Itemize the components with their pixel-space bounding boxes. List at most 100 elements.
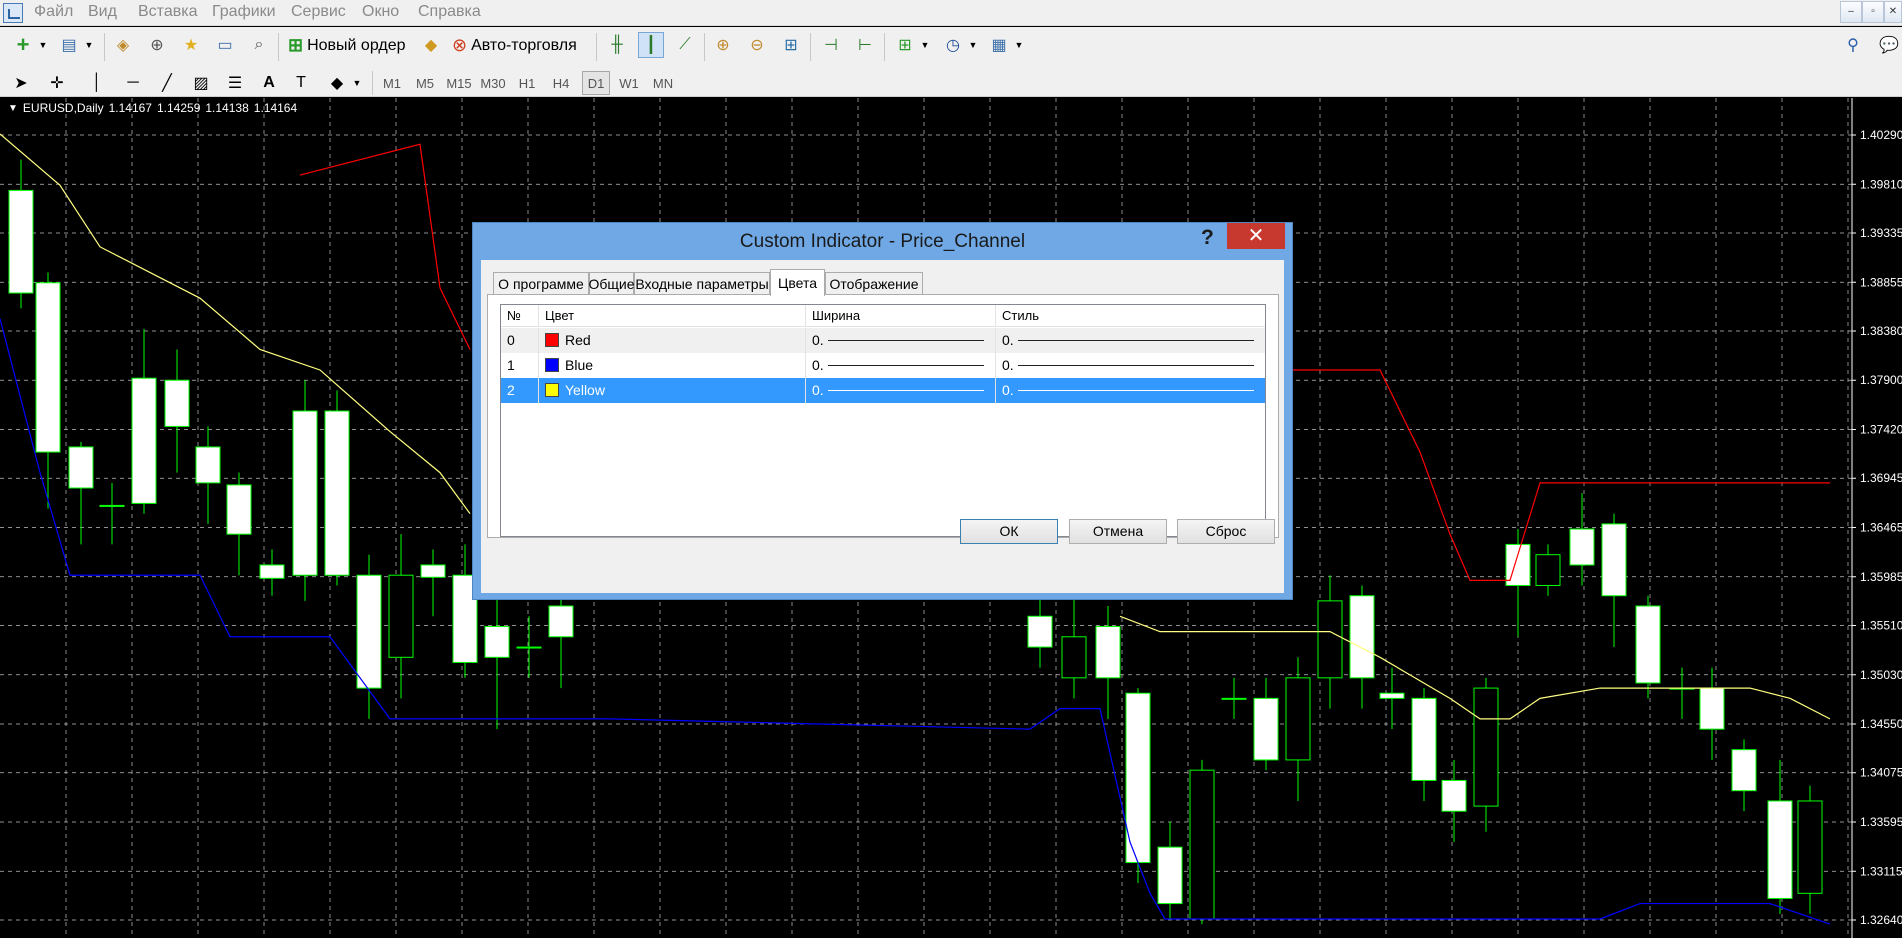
timeframe-mn[interactable]: MN (648, 71, 678, 95)
chevron-down-icon[interactable]: ▼ (344, 70, 370, 96)
color-cell[interactable]: Blue (539, 353, 806, 378)
column-header-color[interactable]: Цвет (539, 305, 806, 327)
candle-body (1535, 554, 1561, 586)
column-header-width[interactable]: Ширина (806, 305, 996, 327)
menu-view[interactable]: Вид (88, 3, 117, 21)
menu-tools[interactable]: Сервис (291, 3, 346, 21)
tab-visualization[interactable]: Отображение (825, 272, 923, 294)
collapse-triangle-icon[interactable]: ▼ (8, 103, 18, 114)
color-name: Red (565, 332, 591, 348)
menu-file[interactable]: Файл (34, 3, 73, 21)
help-icon[interactable]: ? (1201, 226, 1214, 250)
menu-help[interactable]: Справка (418, 3, 481, 21)
color-swatch-yellow (545, 383, 559, 397)
new-order-button[interactable]: ⊞ Новый ордер (288, 35, 406, 56)
table-row[interactable]: 0 Red 0. 0. (501, 328, 1265, 353)
price-label: 1.35510 (1860, 618, 1902, 632)
timeframe-m1[interactable]: M1 (378, 71, 406, 95)
table-row[interactable]: 1 Blue 0. 0. (501, 353, 1265, 378)
width-cell[interactable]: 0. (806, 378, 996, 403)
chevron-down-icon[interactable]: ▼ (76, 32, 102, 58)
color-cell[interactable]: Yellow (539, 378, 806, 403)
search-icon[interactable]: ⚲ (1840, 32, 1866, 58)
chevron-down-icon[interactable]: ▼ (30, 32, 56, 58)
column-header-number[interactable]: № (501, 305, 539, 327)
candle-body (35, 282, 61, 453)
close-window-icon[interactable]: ✕ (1884, 1, 1902, 23)
metaeditor-icon[interactable]: ◆ (418, 32, 444, 58)
timeframe-d1[interactable]: D1 (582, 71, 610, 95)
width-cell[interactable]: 0. (806, 353, 996, 378)
text-icon[interactable]: A (256, 70, 282, 96)
style-cell[interactable]: 0. (996, 378, 1265, 403)
vertical-line-icon[interactable]: │ (84, 70, 110, 96)
menu-insert[interactable]: Вставка (138, 3, 197, 21)
zoom-in-icon[interactable]: ⊕ (710, 32, 736, 58)
favorites-star-icon[interactable]: ★ (178, 32, 204, 58)
market-watch-icon[interactable]: ◈ (110, 32, 136, 58)
cancel-button[interactable]: Отмена (1069, 519, 1167, 544)
timeframe-h1[interactable]: H1 (512, 71, 542, 95)
autotrading-button[interactable]: ⊗ Авто-торговля (452, 35, 577, 56)
width-cell[interactable]: 0. (806, 328, 996, 353)
autoscroll-icon[interactable]: ⊢ (852, 32, 878, 58)
style-cell[interactable]: 0. (996, 353, 1265, 378)
row-number: 2 (501, 378, 539, 403)
chevron-down-icon[interactable]: ▼ (1006, 32, 1032, 58)
custom-indicator-dialog: Custom Indicator - Price_Channel ? ✕ О п… (472, 222, 1293, 600)
tab-inputs[interactable]: Входные параметры (634, 272, 770, 294)
column-header-style[interactable]: Стиль (996, 305, 1265, 327)
app-icon[interactable] (3, 3, 23, 23)
channel-upper-red (1290, 369, 1830, 581)
menu-window[interactable]: Окно (362, 3, 399, 21)
ok-button[interactable]: ОК (960, 519, 1058, 544)
fibonacci-icon[interactable]: ☰ (222, 70, 248, 96)
candle-body (1061, 636, 1087, 679)
candle-body (1797, 800, 1823, 894)
cursor-icon[interactable]: ➤ (8, 70, 34, 96)
equidistant-channel-icon[interactable]: ▨ (188, 70, 214, 96)
candle-body (1505, 543, 1531, 586)
bar-chart-icon[interactable]: ╫ (604, 32, 630, 58)
chevron-down-icon[interactable]: ▼ (912, 32, 938, 58)
terminal-icon[interactable]: ▭ (212, 32, 238, 58)
table-row-selected[interactable]: 2 Yellow 0. 0. (501, 378, 1265, 403)
chat-icon[interactable]: 💬 (1876, 32, 1902, 58)
zoom-out-icon[interactable]: ⊖ (744, 32, 770, 58)
reset-button[interactable]: Сброс (1177, 519, 1275, 544)
horizontal-line-icon[interactable]: ─ (120, 70, 146, 96)
line-chart-icon[interactable]: ⟋ (672, 32, 698, 58)
price-label: 1.38380 (1860, 324, 1902, 338)
style-cell[interactable]: 0. (996, 328, 1265, 353)
chart-open: 1.14167 (108, 101, 152, 115)
tab-common[interactable]: Общие (588, 272, 635, 294)
strategy-tester-icon[interactable]: ⌕ (246, 32, 272, 58)
timeframe-h4[interactable]: H4 (546, 71, 576, 95)
timeframe-w1[interactable]: W1 (614, 71, 644, 95)
tab-about[interactable]: О программе (493, 272, 589, 294)
tab-colors[interactable]: Цвета (770, 269, 825, 296)
text-label-icon[interactable]: T (288, 70, 314, 96)
timeframe-m15[interactable]: M15 (444, 71, 474, 95)
color-cell[interactable]: Red (539, 328, 806, 353)
candle-body (1253, 697, 1279, 761)
candle-body (68, 446, 94, 489)
trendline-icon[interactable]: ╱ (154, 70, 180, 96)
width-value: 0. (812, 332, 824, 348)
crosshair-icon[interactable]: ✛ (44, 70, 70, 96)
crosshair-target-icon[interactable]: ⊕ (144, 32, 170, 58)
price-label: 1.36465 (1860, 521, 1902, 535)
tile-windows-icon[interactable]: ⊞ (778, 32, 804, 58)
chart-shift-icon[interactable]: ⊣ (818, 32, 844, 58)
restore-icon[interactable]: ▫ (1862, 1, 1884, 23)
timeframe-m5[interactable]: M5 (410, 71, 440, 95)
chevron-down-icon[interactable]: ▼ (960, 32, 986, 58)
timeframe-m30[interactable]: M30 (478, 71, 508, 95)
price-label: 1.37900 (1860, 373, 1902, 387)
menu-charts[interactable]: Графики (212, 3, 276, 21)
close-icon[interactable]: ✕ (1227, 223, 1285, 249)
minimize-icon[interactable]: – (1840, 1, 1862, 23)
candlestick-icon[interactable]: ┃ (638, 32, 664, 58)
candle-body (1635, 605, 1661, 684)
candle-body (1731, 749, 1757, 792)
